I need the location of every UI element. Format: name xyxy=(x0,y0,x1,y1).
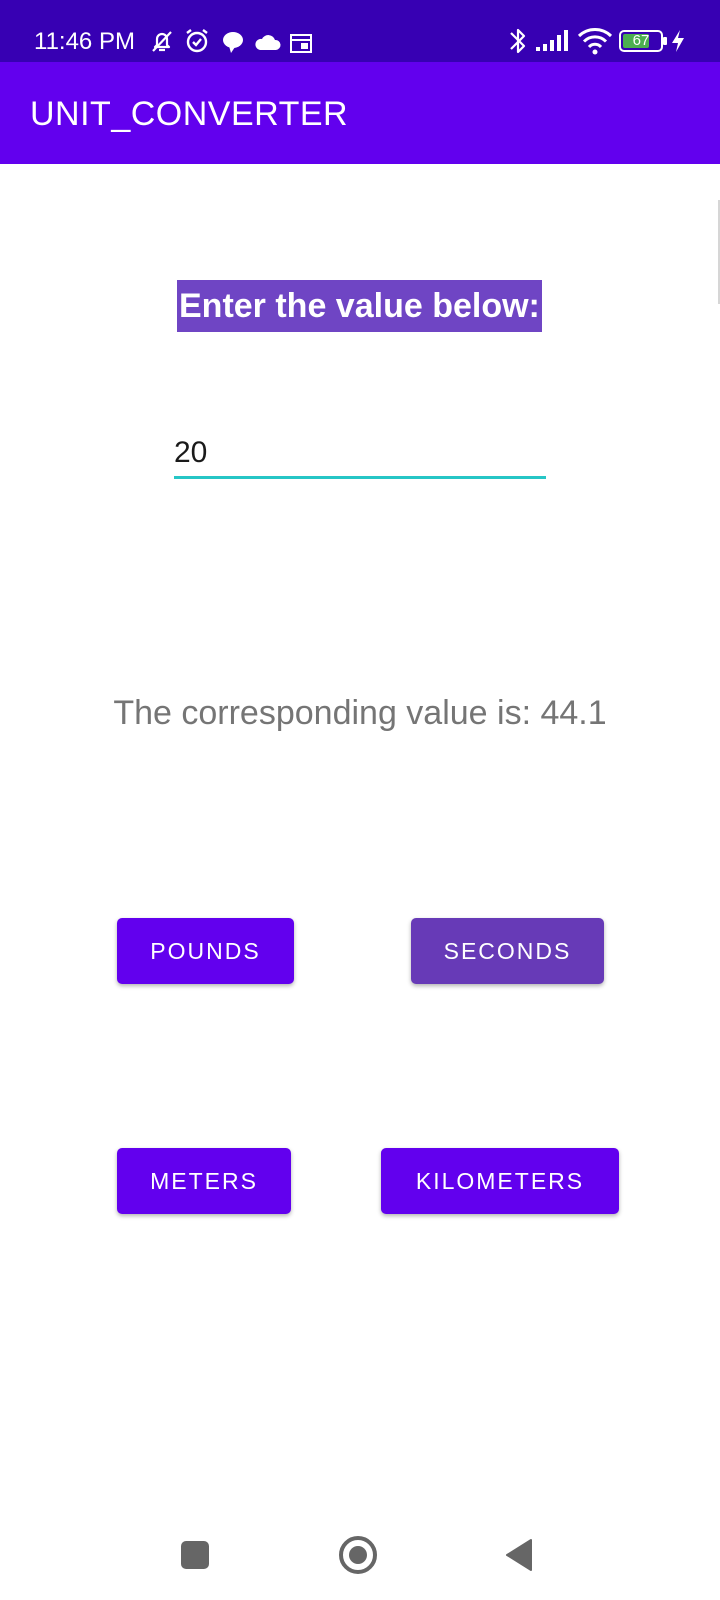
screen: 11:46 PM 67 UNIT_CONVERTER Enter the val… xyxy=(0,0,720,1600)
home-icon[interactable] xyxy=(337,1534,379,1576)
result-text: The corresponding value is: 44.1 xyxy=(0,692,720,734)
pounds-button[interactable]: POUNDS xyxy=(117,918,294,984)
recents-icon[interactable] xyxy=(180,1540,210,1570)
nav-bar xyxy=(0,1500,720,1600)
bluetooth-icon xyxy=(510,28,526,54)
muted-icon xyxy=(152,31,172,52)
back-icon[interactable] xyxy=(504,1538,534,1572)
wifi-icon xyxy=(577,28,613,55)
charging-icon xyxy=(672,30,684,52)
result-value: 44.1 xyxy=(540,694,607,732)
app-bar: UNIT_CONVERTER xyxy=(0,62,720,164)
kilometers-button[interactable]: KILOMETERS xyxy=(381,1148,619,1214)
meters-button[interactable]: METERS xyxy=(117,1148,291,1214)
seconds-button[interactable]: SECONDS xyxy=(411,918,604,984)
alarm-icon xyxy=(186,29,208,53)
value-input[interactable] xyxy=(174,430,546,479)
signal-icon xyxy=(536,30,568,51)
calendar-icon xyxy=(290,34,312,53)
status-time: 11:46 PM xyxy=(34,28,135,55)
prompt-label: Enter the value below: xyxy=(177,280,542,332)
app-title: UNIT_CONVERTER xyxy=(30,95,349,133)
battery-level: 67 xyxy=(632,32,650,49)
battery-icon: 67 xyxy=(619,30,667,52)
cloud-icon xyxy=(255,35,281,50)
result-prefix: The corresponding value is: xyxy=(113,694,541,732)
chat-icon xyxy=(223,32,243,53)
status-bar: 11:46 PM 67 xyxy=(0,0,720,62)
